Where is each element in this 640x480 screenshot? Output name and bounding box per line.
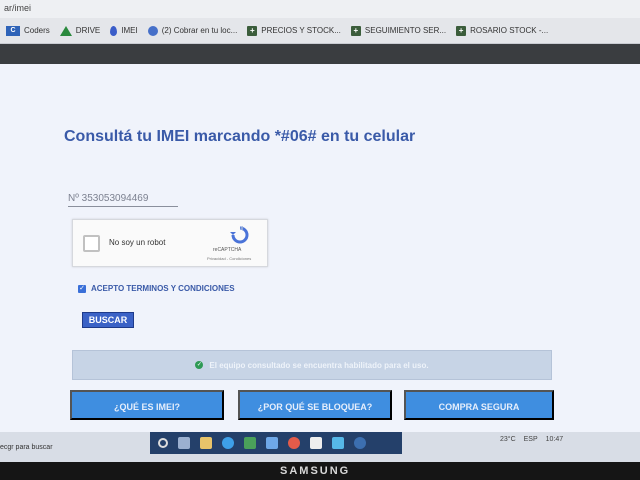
bookmark-drive[interactable]: DRIVE (59, 25, 101, 36)
bookmark-coders[interactable]: C Coders (6, 25, 50, 36)
monitor-brand: SAMSUNG (280, 465, 351, 477)
bookmark-label: Coders (24, 26, 50, 35)
imei-input[interactable]: Nº 353053094469 (68, 193, 178, 207)
app-icon[interactable] (332, 437, 344, 449)
app-icon[interactable] (354, 437, 366, 449)
taskbar-search[interactable]: ecgr para buscar (0, 444, 53, 451)
imei-input-label: Nº (68, 193, 79, 204)
bookmark-mercadopago[interactable]: (2) Cobrar en tu loc... (147, 25, 238, 36)
drive-icon (59, 25, 72, 36)
bookmark-precios-stock[interactable]: + PRECIOS Y STOCK... (247, 25, 341, 36)
cortana-icon[interactable] (158, 438, 168, 448)
what-is-imei-button[interactable]: ¿QUÉ ES IMEI? (70, 390, 224, 420)
imei-icon (110, 25, 118, 36)
system-tray: 23°C ESP 10:47 (500, 436, 563, 443)
safe-purchase-button[interactable]: COMPRA SEGURA (404, 390, 554, 420)
address-bar[interactable]: ar/imei (0, 0, 640, 18)
coders-icon: C (6, 25, 20, 36)
check-icon[interactable]: ✓ (78, 284, 86, 293)
status-message: El equipo consultado se encuentra habili… (209, 360, 429, 370)
recaptcha-privacy-links[interactable]: Privacidad - Condiciones (207, 256, 251, 261)
file-explorer-icon[interactable] (200, 437, 212, 449)
bookmark-imei[interactable]: IMEI (110, 25, 138, 36)
task-view-icon[interactable] (178, 437, 190, 449)
terms-checkbox-row[interactable]: ✓ ACEPTO TERMINOS Y CONDICIONES (78, 284, 235, 293)
check-circle-icon: ✓ (195, 361, 204, 369)
chrome-icon[interactable] (288, 437, 300, 449)
language-indicator[interactable]: ESP (524, 436, 538, 443)
recaptcha-brand: reCAPTCHA (213, 247, 242, 253)
bookmark-label: (2) Cobrar en tu loc... (161, 26, 238, 35)
search-button[interactable]: BUSCAR (82, 312, 134, 328)
app-icon[interactable] (310, 437, 322, 449)
windows-taskbar: ecgr para buscar 23°C ESP 10:47 (0, 432, 640, 462)
weather-temperature[interactable]: 23°C (500, 436, 516, 443)
bookmark-label: PRECIOS Y STOCK... (261, 26, 341, 35)
site-header-band (0, 44, 640, 64)
clock[interactable]: 10:47 (546, 436, 564, 443)
bookmark-label: DRIVE (75, 26, 101, 35)
recaptcha-icon (230, 226, 249, 244)
bookmark-rosario-stock[interactable]: + ROSARIO STOCK -... (456, 25, 549, 36)
why-blocked-button[interactable]: ¿POR QUÉ SE BLOQUEA? (238, 390, 392, 420)
mercadopago-icon (147, 25, 158, 36)
address-bar-url: ar/imei (4, 3, 32, 13)
edge-icon[interactable] (222, 437, 234, 449)
recaptcha-label: No soy un robot (109, 238, 166, 247)
sheets-icon: + (350, 25, 361, 36)
sheets-icon: + (456, 25, 467, 36)
imei-input-value: 353053094469 (81, 193, 149, 204)
bookmark-label: IMEI (121, 26, 138, 35)
bookmark-label: SEGUIMIENTO SER... (364, 26, 447, 35)
app-icon[interactable] (266, 437, 278, 449)
status-banner: ✓ El equipo consultado se encuentra habi… (72, 350, 552, 380)
page-title: Consultá tu IMEI marcando *#06# en tu ce… (64, 128, 416, 145)
bookmark-seguimiento[interactable]: + SEGUIMIENTO SER... (350, 25, 447, 36)
sheets-icon: + (247, 25, 258, 36)
bookmark-label: ROSARIO STOCK -... (470, 26, 549, 35)
recaptcha-widget: No soy un robot reCAPTCHA Privacidad - C… (72, 219, 268, 267)
bookmarks-bar: C Coders DRIVE IMEI (2) Cobrar en tu loc… (0, 18, 640, 44)
imei-check-page: Consultá tu IMEI marcando *#06# en tu ce… (0, 64, 640, 432)
terms-label: ACEPTO TERMINOS Y CONDICIONES (91, 284, 235, 293)
taskbar-apps (150, 432, 402, 454)
recaptcha-checkbox[interactable] (83, 235, 100, 252)
monitor-screen: ar/imei C Coders DRIVE IMEI (2) Cobrar e… (0, 0, 640, 462)
app-icon[interactable] (244, 437, 256, 449)
